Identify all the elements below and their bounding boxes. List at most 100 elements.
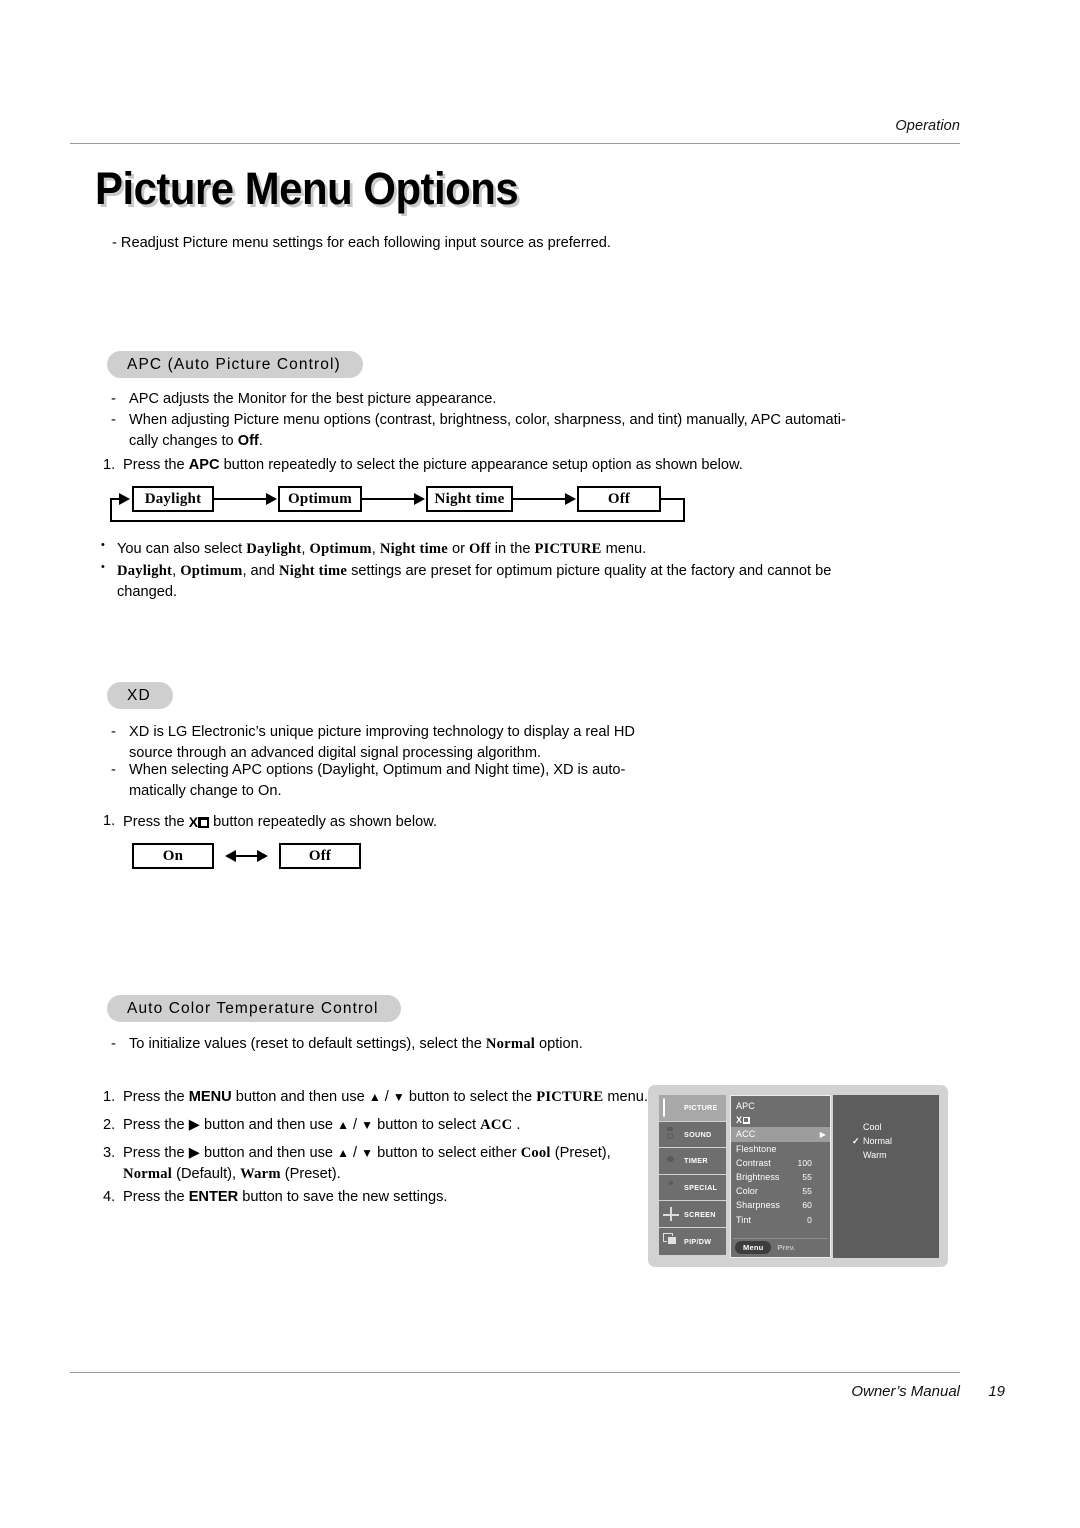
apc-dash-2-line2-post: . (258, 433, 263, 449)
osd-option-warm-label: Warm (863, 1150, 887, 1161)
osd-menu-item-xd[interactable]: X (731, 1113, 830, 1127)
footer-manual-label: Owner’s Manual (851, 1383, 960, 1400)
osd-option-warm[interactable]: Warm (833, 1148, 939, 1162)
osd-acc-options-panel: Cool ✓ Normal Warm (833, 1095, 939, 1258)
arrow-separator: / (348, 1145, 362, 1161)
osd-menu-item-color-label: Color (736, 1186, 759, 1197)
xd-dash-1-line2: source through an advanced digital signa… (129, 745, 542, 761)
acct-step-3-p2: button and then use (199, 1145, 338, 1161)
acct-step-4-enter-button: ENTER (188, 1189, 239, 1205)
sidebar-item-pip-dw[interactable]: PIP/DW (659, 1227, 726, 1255)
osd-menu-item-contrast[interactable]: Contrast 100 (731, 1156, 830, 1170)
acct-step-3-cool: Cool (520, 1145, 551, 1161)
up-arrow-icon: ▲ (337, 1118, 349, 1132)
intro-text: - Readjust Picture menu settings for eac… (112, 235, 611, 251)
acct-step-4: 4. Press the ENTER button to save the ne… (103, 1187, 663, 1208)
picture-in-picture-icon (663, 1233, 680, 1250)
flow-box-off: Off (577, 486, 661, 512)
flow-loop-bottom (110, 520, 685, 522)
apc-bullet-2-sep2: , and (242, 563, 279, 579)
sidebar-item-screen[interactable]: SCREEN (659, 1201, 726, 1228)
acct-step-3-p4: (Preset), (550, 1145, 611, 1161)
footer-divider (70, 1372, 960, 1373)
osd-option-normal-label: Normal (863, 1136, 893, 1147)
remote-control-icon (663, 1179, 680, 1196)
down-arrow-icon: ▼ (361, 1146, 374, 1160)
flow-loop-up (110, 498, 112, 522)
xd-step-1: 1. Press the X button repeatedly as show… (103, 811, 823, 833)
page-header: Operation (70, 118, 960, 146)
apc-dash-2-off: Off (237, 433, 259, 449)
acct-dash-1-pre: To initialize values (reset to default s… (129, 1036, 486, 1052)
acct-step-3-p3: button to select either (373, 1145, 521, 1161)
xd-dash-item-1: XD is LG Electronic’s unique picture imp… (107, 722, 829, 764)
osd-menu-item-brightness[interactable]: Brightness 55 (731, 1170, 830, 1184)
osd-menu-item-brightness-label: Brightness (736, 1172, 780, 1183)
acct-step-2-p3: button to select (373, 1117, 481, 1133)
acct-step-2-p4: . (512, 1117, 521, 1133)
xd-dash-2-line2: matically change to On. (129, 783, 282, 799)
section-heading-acct-label: Auto Color Temperature Control (127, 999, 379, 1017)
osd-menu-item-color[interactable]: Color 55 (731, 1184, 830, 1198)
osd-menu-button[interactable]: Menu (735, 1240, 772, 1254)
osd-option-cool-label: Cool (863, 1122, 882, 1133)
xd-step-1-number: 1. (103, 813, 116, 829)
apc-step-1-button: APC (188, 457, 220, 473)
sidebar-item-timer[interactable]: TIMER (659, 1148, 726, 1175)
flow-arrow-head-2 (414, 493, 425, 505)
acct-dash-1-normal: Normal (485, 1036, 535, 1052)
sidebar-item-sound[interactable]: SOUND (659, 1121, 726, 1149)
apc-bullet-1: You can also select Daylight, Optimum, N… (100, 538, 997, 560)
apc-step-1-number: 1. (103, 457, 116, 473)
osd-menu-item-xd-label: X (736, 1115, 826, 1125)
apc-step-1-pre: Press the (123, 457, 189, 473)
down-arrow-icon: ▼ (392, 1090, 405, 1104)
flow-box-night-time: Night time (426, 486, 513, 512)
acct-step-3-warm: Warm (240, 1166, 281, 1183)
page-title: Picture Menu Options (95, 163, 519, 214)
section-heading-auto-color-temp: Auto Color Temperature Control (107, 995, 401, 1022)
xd-arrow-head-right (257, 850, 268, 862)
section-heading-xd: XD (107, 682, 173, 709)
apc-step-1: 1. Press the APC button repeatedly to se… (103, 455, 1003, 476)
osd-menu-item-tint[interactable]: Tint 0 (731, 1213, 830, 1227)
osd-menu-item-brightness-value: 55 (802, 1172, 812, 1183)
flow-loop-down (683, 498, 685, 522)
right-arrow-icon: ▶ (188, 1117, 200, 1133)
flow-arrow-line-2 (362, 498, 414, 500)
osd-menu-item-tint-label: Tint (736, 1214, 752, 1225)
apc-bullet-2-daylight: Daylight (117, 563, 173, 579)
acct-dash-1-post: option. (534, 1036, 583, 1052)
acct-step-4-number: 4. (103, 1189, 116, 1205)
osd-picture-menu-panel: APC X ACC ▶ Fleshtone Contrast 100 Brigh (730, 1095, 831, 1258)
section-label: Operation (895, 118, 960, 134)
sidebar-item-sound-label: SOUND (684, 1129, 712, 1139)
sidebar-item-picture[interactable]: PICTURE (659, 1095, 726, 1122)
sidebar-item-screen-label: SCREEN (684, 1209, 716, 1219)
osd-menu-item-apc[interactable]: APC (731, 1099, 830, 1113)
flow-arrow-head-3 (565, 493, 576, 505)
osd-menu-item-tint-value: 0 (807, 1214, 812, 1225)
section-heading-xd-label: XD (127, 686, 151, 704)
acct-step-2-p1: Press the (123, 1117, 189, 1133)
apc-step-1-post: button repeatedly to select the picture … (219, 457, 743, 473)
osd-menu-item-acc[interactable]: ACC ▶ (731, 1127, 830, 1142)
osd-menu-item-fleshtone[interactable]: Fleshtone (731, 1142, 830, 1156)
apc-bullet-1-sep3: or (447, 541, 470, 557)
sidebar-item-timer-label: TIMER (684, 1156, 708, 1166)
flow-loop-right (661, 498, 685, 500)
arrow-separator: / (380, 1089, 393, 1105)
xd-step-1-post: button repeatedly as shown below. (209, 814, 438, 830)
right-arrow-icon: ▶ (188, 1145, 200, 1161)
acct-step-4-p1: Press the (123, 1189, 189, 1205)
header-divider (70, 143, 960, 144)
apc-bullet-1-sep2: , (371, 541, 380, 557)
apc-dash-item-2: When adjusting Picture menu options (con… (107, 410, 999, 452)
sidebar-item-special[interactable]: SPECIAL (659, 1174, 726, 1202)
apc-bullet-2-optimum: Optimum (180, 563, 243, 579)
acct-step-1-number: 1. (103, 1089, 116, 1105)
osd-menu-item-sharpness[interactable]: Sharpness 60 (731, 1198, 830, 1212)
xd-logo-icon: X (736, 1115, 750, 1125)
osd-option-normal[interactable]: ✓ Normal (833, 1134, 939, 1148)
osd-option-cool[interactable]: Cool (833, 1120, 939, 1134)
